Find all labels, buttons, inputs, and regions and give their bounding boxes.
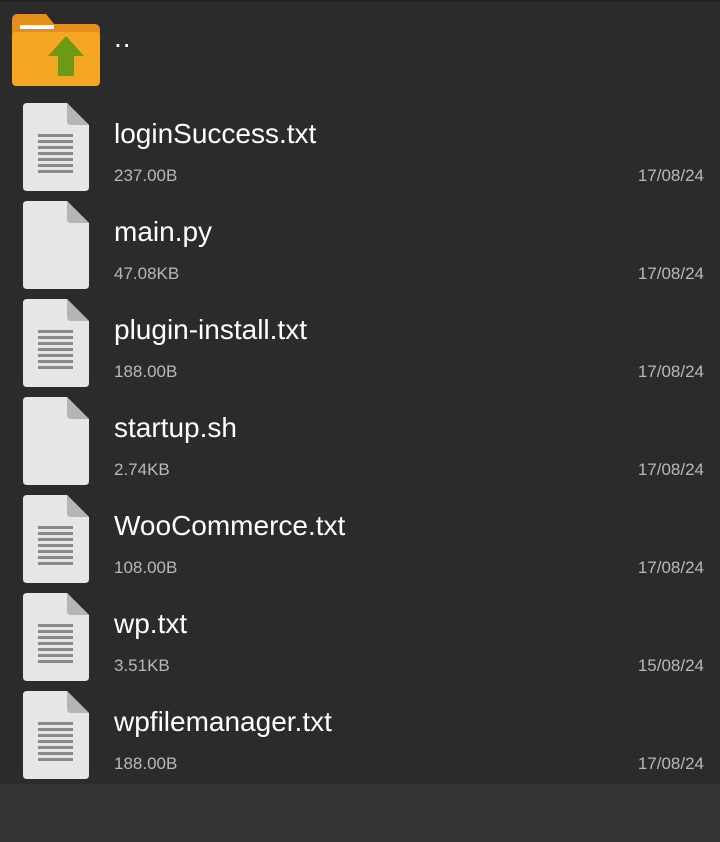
file-row[interactable]: wp.txt 3.51KB 15/08/24 xyxy=(0,588,720,686)
parent-directory-row[interactable]: .. xyxy=(0,0,720,88)
file-row[interactable]: startup.sh 2.74KB 17/08/24 xyxy=(0,392,720,490)
file-name: wp.txt xyxy=(114,608,188,639)
blank-file-icon xyxy=(23,201,89,289)
file-name: startup.sh xyxy=(114,412,237,443)
file-size: 237.00B xyxy=(114,166,178,185)
file-row[interactable]: WooCommerce.txt 108.00B 17/08/24 xyxy=(0,490,720,588)
file-row[interactable]: main.py 47.08KB 17/08/24 xyxy=(0,196,720,294)
file-date: 17/08/24 xyxy=(637,754,704,773)
file-date: 17/08/24 xyxy=(637,362,704,381)
file-date: 17/08/24 xyxy=(637,460,704,479)
file-date: 17/08/24 xyxy=(637,264,704,283)
file-row[interactable]: loginSuccess.txt 237.00B 17/08/24 xyxy=(0,98,720,196)
file-date: 17/08/24 xyxy=(637,558,704,577)
file-row[interactable]: wpfilemanager.txt 188.00B 17/08/24 xyxy=(0,686,720,784)
text-file-icon xyxy=(23,299,89,387)
file-size: 188.00B xyxy=(114,754,178,773)
file-size: 108.00B xyxy=(114,558,178,577)
text-file-icon xyxy=(23,103,89,191)
file-name: WooCommerce.txt xyxy=(114,510,346,541)
file-size: 3.51KB xyxy=(114,656,170,675)
file-size: 47.08KB xyxy=(114,264,180,283)
file-size: 188.00B xyxy=(114,362,178,381)
text-file-icon xyxy=(23,691,89,779)
file-name: plugin-install.txt xyxy=(114,314,307,345)
file-name: wpfilemanager.txt xyxy=(114,706,332,737)
file-size: 2.74KB xyxy=(114,460,170,479)
blank-file-icon xyxy=(23,397,89,485)
file-name: main.py xyxy=(114,216,213,247)
file-list: .. loginSuccess.txt 237.00B 17/08/24 mai… xyxy=(0,0,720,784)
file-date: 17/08/24 xyxy=(637,166,704,185)
folder-up-icon xyxy=(12,14,100,86)
parent-directory-label: .. xyxy=(114,22,132,53)
file-row[interactable]: plugin-install.txt 188.00B 17/08/24 xyxy=(0,294,720,392)
bottom-bar xyxy=(0,784,720,842)
file-date: 15/08/24 xyxy=(637,656,704,675)
text-file-icon xyxy=(23,593,89,681)
text-file-icon xyxy=(23,495,89,583)
file-name: loginSuccess.txt xyxy=(114,118,317,149)
